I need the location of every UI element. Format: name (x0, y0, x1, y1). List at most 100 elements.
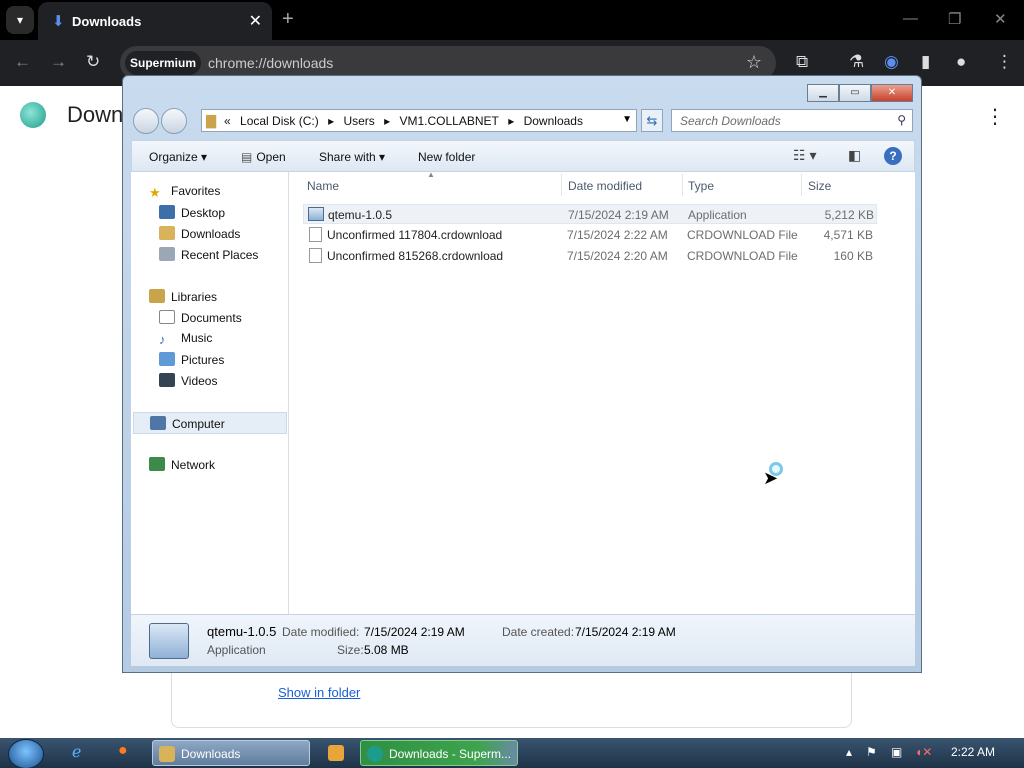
file-icon (309, 248, 322, 263)
windows-taskbar: ℯ ● Downloads Downloads - Superm... ▴ ⚑ … (0, 738, 1024, 768)
nav-label: Libraries (171, 290, 218, 304)
file-size: 5,212 KB (824, 208, 874, 222)
column-header-type[interactable]: Type (688, 179, 714, 193)
breadcrumb-separator-icon[interactable]: ▸ (328, 114, 334, 128)
action-center-flag-icon[interactable]: ⚑ (866, 745, 877, 759)
help-icon[interactable]: ? (884, 147, 902, 165)
search-placeholder: Search Downloads (680, 114, 781, 128)
downloads-toolbar-icon[interactable]: ◉ (884, 52, 899, 72)
tab-close-icon[interactable]: ✕ (249, 11, 262, 31)
view-options-icon[interactable]: ☷ ▾ (793, 147, 816, 164)
nav-videos[interactable]: Videos (159, 373, 217, 388)
extensions-icon[interactable]: ⧉ (796, 52, 808, 72)
url-text[interactable]: chrome://downloads (208, 55, 333, 71)
explorer-close-button[interactable]: ✕ (871, 84, 913, 102)
tab-search-button[interactable]: ▾ (6, 6, 34, 34)
breadcrumb-item[interactable]: VM1.COLLABNET (400, 114, 499, 128)
breadcrumb-item[interactable]: Downloads (524, 114, 583, 128)
address-dropdown-icon[interactable]: ▼ (622, 114, 632, 125)
nav-label: Music (181, 331, 213, 345)
nav-label: Pictures (181, 353, 225, 367)
breadcrumb-overflow[interactable]: « (224, 114, 231, 128)
application-large-icon (149, 623, 189, 659)
search-input[interactable]: Search Downloads ⚲ (671, 109, 913, 132)
file-row[interactable]: qtemu-1.0.5 7/15/2024 2:19 AM Applicatio… (303, 204, 877, 224)
profile-avatar-icon[interactable]: ● (956, 52, 966, 72)
volume-muted-icon[interactable]: ◖✕ (915, 745, 932, 759)
new-folder-button[interactable]: New folder (418, 150, 475, 164)
loading-spinner-icon (769, 462, 783, 476)
start-button[interactable] (8, 739, 44, 768)
libraries-icon (149, 289, 165, 303)
nav-computer[interactable]: Computer (133, 412, 287, 434)
taskbar-media-player[interactable] (318, 740, 352, 766)
window-close-icon[interactable]: ✕ (994, 10, 1007, 28)
browser-menu-icon[interactable]: ⋮ (996, 52, 1013, 72)
open-button[interactable]: ▤ Open (241, 150, 286, 164)
tab-downloads[interactable]: ⬇ Downloads ✕ (38, 2, 272, 40)
breadcrumb-item[interactable]: Local Disk (C:) (240, 114, 319, 128)
page-menu-icon[interactable]: ⋮ (985, 104, 1005, 129)
column-divider[interactable] (801, 174, 802, 196)
back-icon[interactable]: ← (14, 52, 31, 72)
bookmark-star-icon[interactable]: ☆ (746, 52, 762, 73)
column-divider[interactable] (561, 174, 562, 196)
restore-icon[interactable]: ❐ (948, 10, 961, 28)
tab-title: Downloads (72, 14, 142, 29)
nav-recent-places[interactable]: Recent Places (159, 247, 258, 262)
column-header-size[interactable]: Size (808, 179, 831, 193)
organize-button[interactable]: Organize ▾ (149, 150, 207, 164)
refresh-button[interactable]: ⇆ (641, 109, 663, 132)
network-tray-icon[interactable]: ▣ (891, 745, 902, 759)
column-divider[interactable] (682, 174, 683, 196)
nav-favorites[interactable]: ★ Favorites (149, 184, 220, 200)
nav-desktop[interactable]: Desktop (159, 205, 225, 220)
file-list: Name ▲ Date modified Type Size qtemu-1.0… (289, 170, 915, 614)
file-size: 160 KB (833, 249, 873, 263)
taskbar-browser-downloads[interactable]: Downloads - Superm... (360, 740, 518, 766)
reload-icon[interactable]: ↻ (86, 52, 100, 72)
explorer-minimize-button[interactable]: ▁ (807, 84, 839, 102)
file-row[interactable]: Unconfirmed 117804.crdownload 7/15/2024 … (303, 225, 877, 245)
taskbar-explorer-downloads[interactable]: Downloads (152, 740, 310, 766)
browser-tabstrip: ▾ ⬇ Downloads ✕ + — ❐ ✕ (0, 0, 1024, 40)
share-with-button[interactable]: Share with ▾ (319, 150, 385, 164)
search-icon[interactable]: ⚲ (897, 113, 906, 127)
breadcrumb-separator-icon[interactable]: ▸ (384, 114, 390, 128)
desktop-icon (159, 205, 175, 219)
forward-icon[interactable]: → (50, 52, 67, 72)
internet-explorer-icon[interactable]: ℯ (72, 742, 81, 762)
preview-pane-icon[interactable]: ◧ (848, 147, 861, 164)
side-panel-icon[interactable]: ▮ (921, 52, 930, 72)
explorer-back-button[interactable] (133, 108, 159, 134)
details-pane: qtemu-1.0.5 Application Date modified: 7… (131, 614, 915, 666)
nav-pictures[interactable]: Pictures (159, 352, 224, 367)
new-tab-button[interactable]: + (282, 8, 294, 31)
column-header-name[interactable]: Name (307, 179, 339, 193)
firefox-icon[interactable]: ● (118, 742, 128, 760)
column-header-date[interactable]: Date modified (568, 179, 642, 193)
explorer-forward-button[interactable] (161, 108, 187, 134)
labs-flask-icon[interactable]: ⚗ (849, 52, 864, 72)
file-row[interactable]: Unconfirmed 815268.crdownload 7/15/2024 … (303, 246, 877, 266)
computer-icon (150, 416, 166, 430)
nav-downloads[interactable]: Downloads (159, 226, 240, 241)
nav-libraries[interactable]: Libraries (149, 289, 217, 304)
explorer-window: ▁ ▭ ✕ ▇ « Local Disk (C:) ▸ Users ▸ VM1.… (122, 75, 922, 673)
nav-label: Downloads (181, 227, 241, 241)
minimize-icon[interactable]: — (903, 10, 918, 27)
breadcrumb-separator-icon[interactable]: ▸ (508, 114, 514, 128)
downloads-folder-icon (159, 226, 175, 240)
command-bar: Organize ▾ ▤ Open Share with ▾ New folder… (131, 140, 915, 172)
show-in-folder-link[interactable]: Show in folder (278, 685, 360, 700)
nav-documents[interactable]: Documents (159, 310, 242, 325)
show-hidden-icons[interactable]: ▴ (846, 745, 852, 759)
breadcrumb-item[interactable]: Users (343, 114, 374, 128)
file-type: CRDOWNLOAD File (687, 228, 798, 242)
nav-buttons (133, 108, 189, 134)
clock[interactable]: 2:22 AM (951, 745, 995, 759)
nav-network[interactable]: Network (149, 457, 215, 472)
nav-music[interactable]: ♪ Music (159, 331, 213, 347)
explorer-address-bar[interactable]: ▇ « Local Disk (C:) ▸ Users ▸ VM1.COLLAB… (201, 109, 637, 132)
explorer-maximize-button[interactable]: ▭ (839, 84, 871, 102)
